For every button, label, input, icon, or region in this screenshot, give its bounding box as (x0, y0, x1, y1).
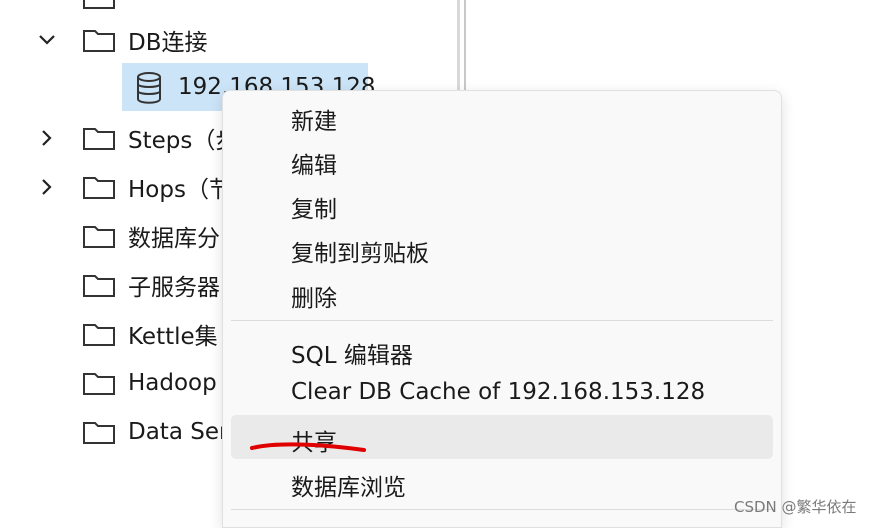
menu-item-label: 删除 (291, 286, 337, 312)
tree-item-label: 子服务器 (128, 275, 220, 301)
folder-icon (82, 321, 116, 347)
menu-item-label: SQL 编辑器 (291, 343, 413, 369)
folder-icon (82, 223, 116, 249)
tree-item-db-connections[interactable]: DB连接 (0, 18, 460, 62)
folder-icon (83, 0, 115, 9)
folder-icon (82, 272, 116, 298)
database-icon (136, 72, 162, 104)
chevron-right-icon[interactable] (36, 127, 58, 149)
folder-icon (82, 27, 116, 53)
tree-item-clipped[interactable] (82, 0, 116, 10)
menu-item-explore[interactable]: 数据库浏览 (231, 461, 773, 503)
chevron-right-icon[interactable] (36, 176, 58, 198)
folder-icon (82, 125, 116, 151)
menu-separator (231, 509, 773, 510)
menu-item-duplicate[interactable]: 复制 (231, 183, 773, 225)
menu-item-label: 复制到剪贴板 (291, 241, 429, 267)
menu-item-new[interactable]: 新建 (231, 95, 773, 137)
menu-item-label: 新建 (291, 109, 337, 135)
watermark: CSDN @繁华依在 (734, 498, 857, 516)
tree-item-label: Hops（节 (128, 177, 232, 203)
menu-item-label: 编辑 (291, 153, 337, 179)
tree-item-label: Hadoop (128, 370, 217, 396)
chevron-down-icon[interactable] (36, 29, 58, 51)
tree-item-label: DB连接 (128, 30, 208, 56)
menu-item-clear-db-cache[interactable]: Clear DB Cache of 192.168.153.128 (231, 372, 773, 414)
menu-item-sql-editor[interactable]: SQL 编辑器 (231, 329, 773, 371)
red-underline-annotation (250, 442, 366, 452)
tree-item-label: Kettle集 (128, 324, 218, 350)
menu-item-label: 复制 (291, 197, 337, 223)
context-menu: 新建 编辑 复制 复制到剪贴板 删除 SQL 编辑器 Clear DB Cach… (222, 90, 782, 528)
folder-icon (82, 174, 116, 200)
menu-item-copy-to-clipboard[interactable]: 复制到剪贴板 (231, 227, 773, 269)
folder-icon (82, 370, 116, 396)
menu-item-edit[interactable]: 编辑 (231, 139, 773, 181)
tree-item-label: 数据库分 (128, 226, 220, 252)
menu-item-delete[interactable]: 删除 (231, 272, 773, 314)
menu-item-label: 数据库浏览 (291, 475, 406, 501)
menu-separator (231, 320, 773, 321)
tree-item-label: Data Ser (128, 419, 229, 445)
folder-icon (82, 419, 116, 445)
menu-item-label: Clear DB Cache of 192.168.153.128 (291, 379, 706, 405)
